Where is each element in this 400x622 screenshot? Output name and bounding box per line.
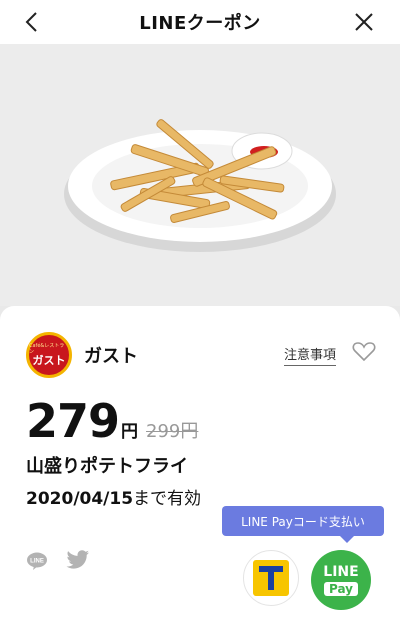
brand-name: ガスト <box>84 346 138 367</box>
twitter-icon[interactable] <box>66 550 90 570</box>
brand: Café&レストラン ガスト ガスト <box>26 332 138 378</box>
t-point-icon <box>253 560 289 596</box>
notes-link[interactable]: 注意事項 <box>283 344 336 366</box>
line-share-icon-text: LINE <box>30 559 44 565</box>
price-row: 279 円 299円 <box>26 394 198 448</box>
product-name: 山盛りポテトフライ <box>26 456 188 477</box>
line-share-icon[interactable]: LINE <box>26 552 48 570</box>
french-fries-plate-image <box>64 119 336 252</box>
heart-icon[interactable] <box>352 340 376 362</box>
t-point-button[interactable] <box>243 550 299 606</box>
gusto-logo: Café&レストラン ガスト <box>26 332 72 378</box>
linepay-label-line: LINE <box>323 564 359 580</box>
linepay-tooltip: LINE Payコード支払い <box>222 506 384 543</box>
expiry-text: 2020/04/15まで有効 <box>26 484 201 509</box>
expiry-date: 2020/04/15 <box>26 489 134 509</box>
linepay-label-pay: Pay <box>323 582 359 596</box>
original-price: 299円 <box>146 421 199 442</box>
close-icon[interactable] <box>352 10 376 34</box>
linepay-button[interactable]: LINE Pay <box>311 550 371 610</box>
expiry-suffix: まで有効 <box>133 489 202 509</box>
coupon-card: Café&レストラン ガスト ガスト 注意事項 279 円 299円 山盛りポテ… <box>0 306 400 622</box>
page-title: LINEクーポン <box>139 13 261 34</box>
logo-title: ガスト <box>32 354 66 367</box>
discount-price: 279 <box>26 394 120 448</box>
chevron-left-icon[interactable] <box>20 10 44 34</box>
top-bar: LINEクーポン <box>0 0 400 44</box>
price-unit: 円 <box>121 422 139 442</box>
coupon-image <box>0 44 400 306</box>
